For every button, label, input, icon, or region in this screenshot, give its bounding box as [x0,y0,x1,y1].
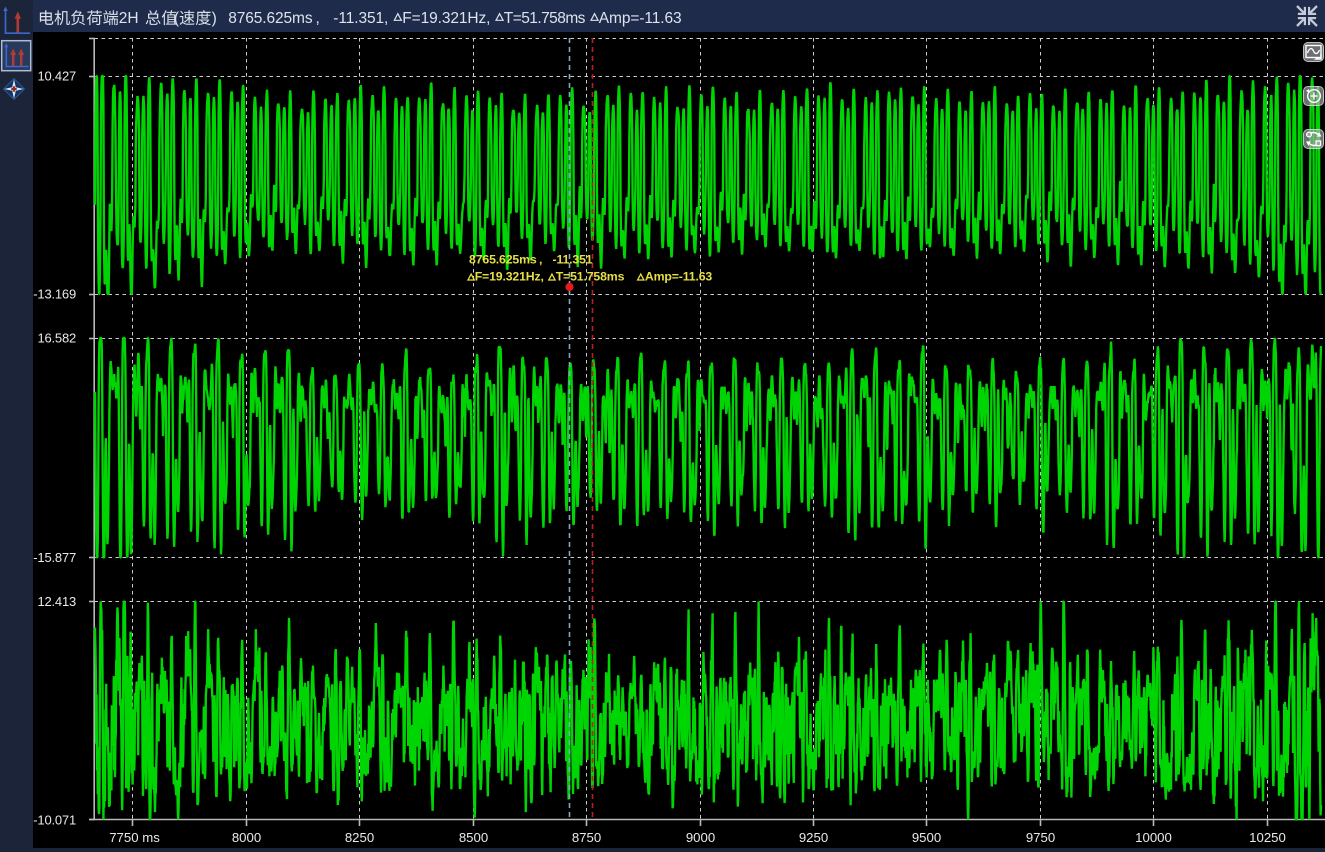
svg-text:): ) [212,10,217,27]
svg-text:8500: 8500 [459,830,488,845]
svg-text:8000: 8000 [232,830,261,845]
svg-text:8765.625ms: 8765.625ms [228,10,313,27]
svg-text:9000: 9000 [686,830,715,845]
svg-text:8750: 8750 [572,830,601,845]
svg-text:16.582: 16.582 [37,331,76,346]
svg-text:-10.071: -10.071 [33,813,76,828]
svg-text:F=19.321Hz,: F=19.321Hz, [475,270,544,284]
svg-text:2H: 2H [119,10,139,27]
svg-text:-15.877: -15.877 [33,550,76,565]
svg-text:10250: 10250 [1249,830,1286,845]
svg-text:12.413: 12.413 [37,594,76,609]
svg-text:9500: 9500 [912,830,941,845]
svg-text:,: , [316,10,320,27]
svg-text:8250: 8250 [345,830,374,845]
svg-text:7750 ms: 7750 ms [109,830,160,845]
svg-text:9750: 9750 [1026,830,1055,845]
svg-text:Amp=-11.63: Amp=-11.63 [645,270,713,284]
svg-text:9250: 9250 [799,830,828,845]
svg-text:F=19.321Hz,: F=19.321Hz, [402,10,490,27]
svg-text:Amp=-11.63: Amp=-11.63 [599,10,682,27]
svg-text:-11.351: -11.351 [553,253,593,267]
svg-text:10000: 10000 [1135,830,1172,845]
svg-text:-11.351,: -11.351, [333,10,388,27]
svg-text:,: , [539,253,542,267]
svg-text:10.427: 10.427 [37,69,76,84]
svg-text:-13.169: -13.169 [33,287,76,302]
svg-text:T=51.758ms: T=51.758ms [504,10,586,27]
svg-text:8765.625ms: 8765.625ms [469,253,537,267]
svg-text:T=51.758ms: T=51.758ms [556,270,625,284]
